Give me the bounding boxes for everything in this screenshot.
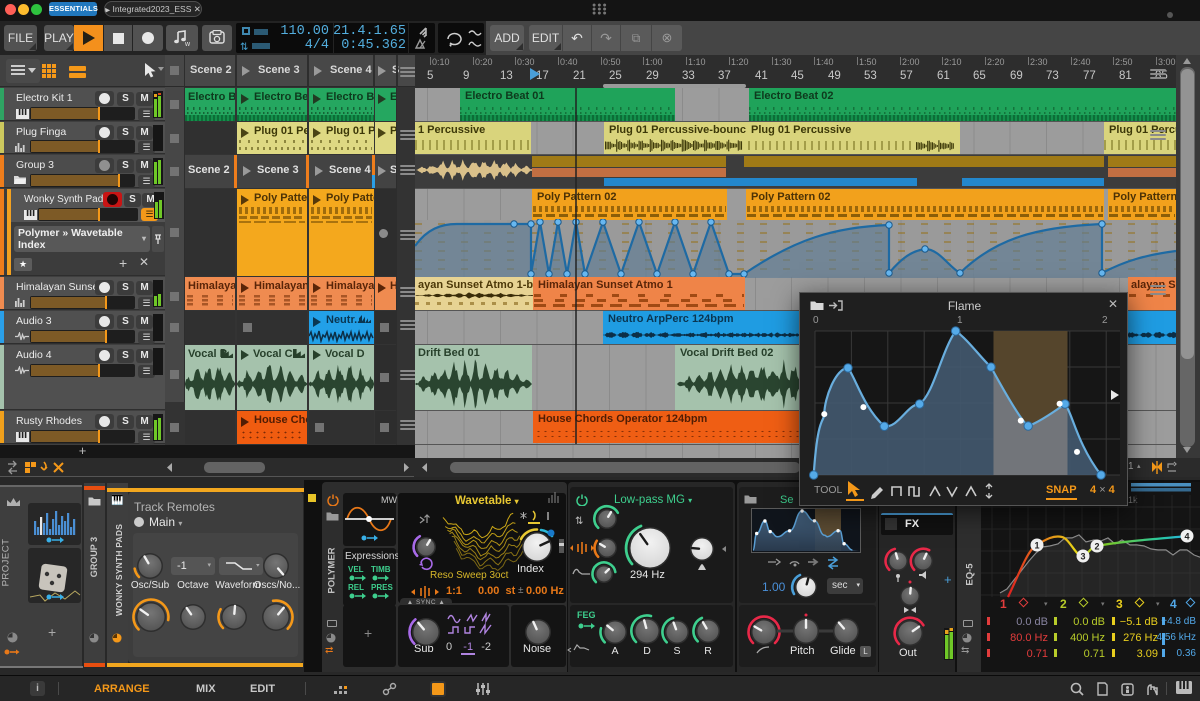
svg-text:w: w [184, 41, 191, 47]
svg-text:3: 3 [1080, 552, 1085, 562]
svg-text:1: 1 [1034, 541, 1039, 551]
svg-text:2: 2 [1094, 542, 1099, 552]
svg-text:4: 4 [1184, 532, 1189, 542]
